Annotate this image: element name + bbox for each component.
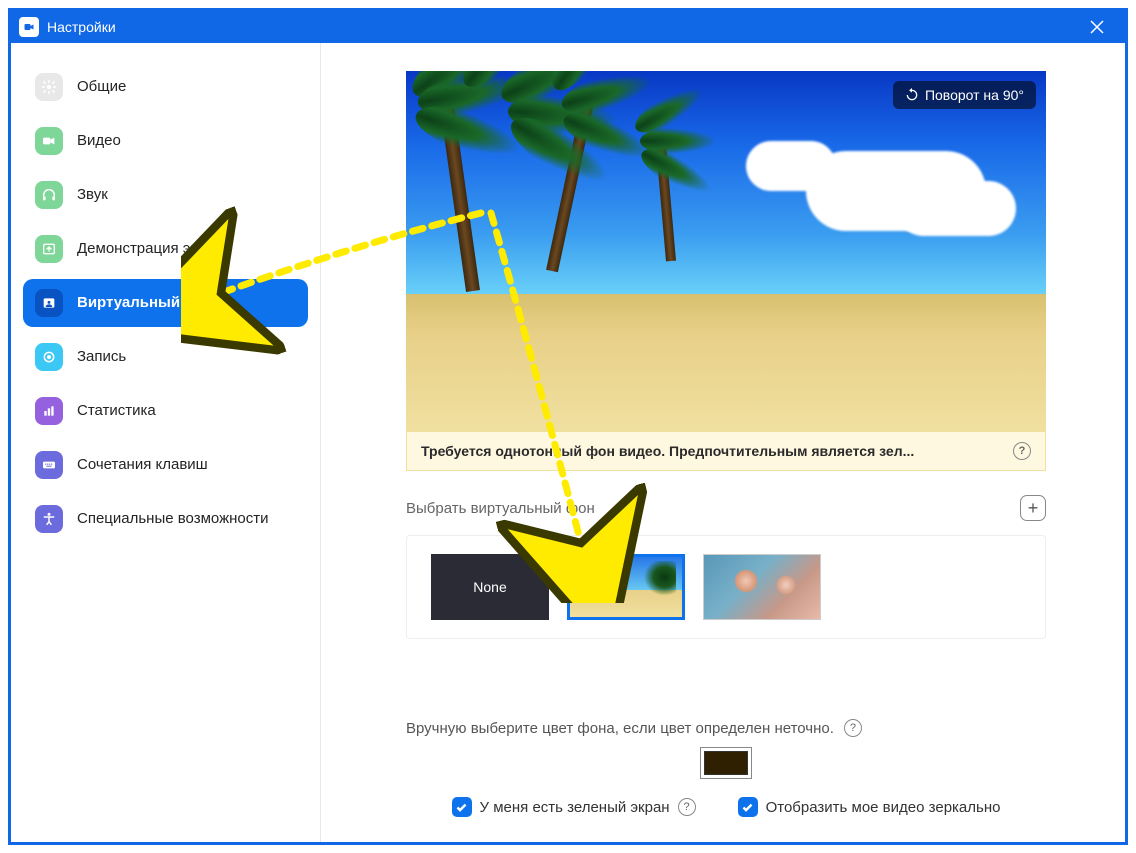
sidebar-item-label: Сочетания клавиш	[77, 455, 208, 475]
manual-color-label: Вручную выберите цвет фона, если цвет оп…	[406, 720, 834, 737]
background-icon	[35, 289, 63, 317]
rotate-button[interactable]: Поворот на 90°	[893, 81, 1036, 109]
app-icon	[19, 17, 39, 37]
sidebar-item-record[interactable]: Запись	[23, 333, 308, 381]
sidebar-item-general[interactable]: Общие	[23, 63, 308, 111]
sidebar-item-stats[interactable]: Статистика	[23, 387, 308, 435]
rotate-icon	[905, 88, 919, 102]
sidebar-item-label: Общие	[77, 77, 126, 97]
help-icon[interactable]: ?	[844, 719, 862, 737]
sidebar-item-virtual-background[interactable]: Виртуальный фон	[23, 279, 308, 327]
close-button[interactable]	[1077, 11, 1117, 43]
settings-window: Настройки Общие Видео З	[8, 8, 1128, 845]
sidebar-item-label: Демонстрация экрана	[77, 239, 230, 259]
sidebar-item-keyboard[interactable]: Сочетания клавиш	[23, 441, 308, 489]
sidebar-item-video[interactable]: Видео	[23, 117, 308, 165]
none-label: None	[473, 579, 506, 595]
sidebar-item-label: Специальные возможности	[77, 509, 269, 529]
sidebar-item-share[interactable]: Демонстрация экрана	[23, 225, 308, 273]
sidebar-item-label: Статистика	[77, 401, 156, 421]
sidebar-item-accessibility[interactable]: Специальные возможности	[23, 495, 308, 543]
window-title: Настройки	[47, 19, 1077, 35]
mirror-label: Отобразить мое видео зеркально	[766, 799, 1001, 816]
record-icon	[35, 343, 63, 371]
green-screen-label: У меня есть зеленый экран	[480, 799, 670, 816]
sidebar-item-audio[interactable]: Звук	[23, 171, 308, 219]
choose-background-label: Выбрать виртуальный фон	[406, 500, 595, 517]
stats-icon	[35, 397, 63, 425]
help-icon[interactable]: ?	[678, 798, 696, 816]
keyboard-icon	[35, 451, 63, 479]
headphones-icon	[35, 181, 63, 209]
color-picker-chip[interactable]	[704, 751, 748, 775]
accessibility-icon	[35, 505, 63, 533]
sidebar-item-label: Виртуальный фон	[77, 293, 215, 313]
sidebar-item-label: Запись	[77, 347, 126, 367]
background-thumb-none[interactable]: None	[431, 554, 549, 620]
warning-banner: Требуется однотонный фон видео. Предпочт…	[406, 431, 1046, 471]
add-background-button[interactable]: +	[1020, 495, 1046, 521]
background-thumbnails: None	[406, 535, 1046, 639]
video-icon	[35, 127, 63, 155]
background-thumb-flowers[interactable]	[703, 554, 821, 620]
share-screen-icon	[35, 235, 63, 263]
gear-icon	[35, 73, 63, 101]
warning-text: Требуется однотонный фон видео. Предпочт…	[421, 443, 914, 459]
rotate-label: Поворот на 90°	[925, 87, 1024, 103]
sidebar: Общие Видео Звук Демонстрация экрана	[11, 43, 321, 842]
help-icon[interactable]: ?	[1013, 442, 1031, 460]
green-screen-checkbox[interactable]	[452, 797, 472, 817]
main-content: Поворот на 90° Требуется однотонный фон …	[321, 43, 1125, 842]
background-thumb-beach[interactable]	[567, 554, 685, 620]
sidebar-item-label: Звук	[77, 185, 108, 205]
video-preview: Поворот на 90°	[406, 71, 1046, 431]
mirror-checkbox[interactable]	[738, 797, 758, 817]
sidebar-item-label: Видео	[77, 131, 121, 151]
titlebar: Настройки	[11, 11, 1125, 43]
